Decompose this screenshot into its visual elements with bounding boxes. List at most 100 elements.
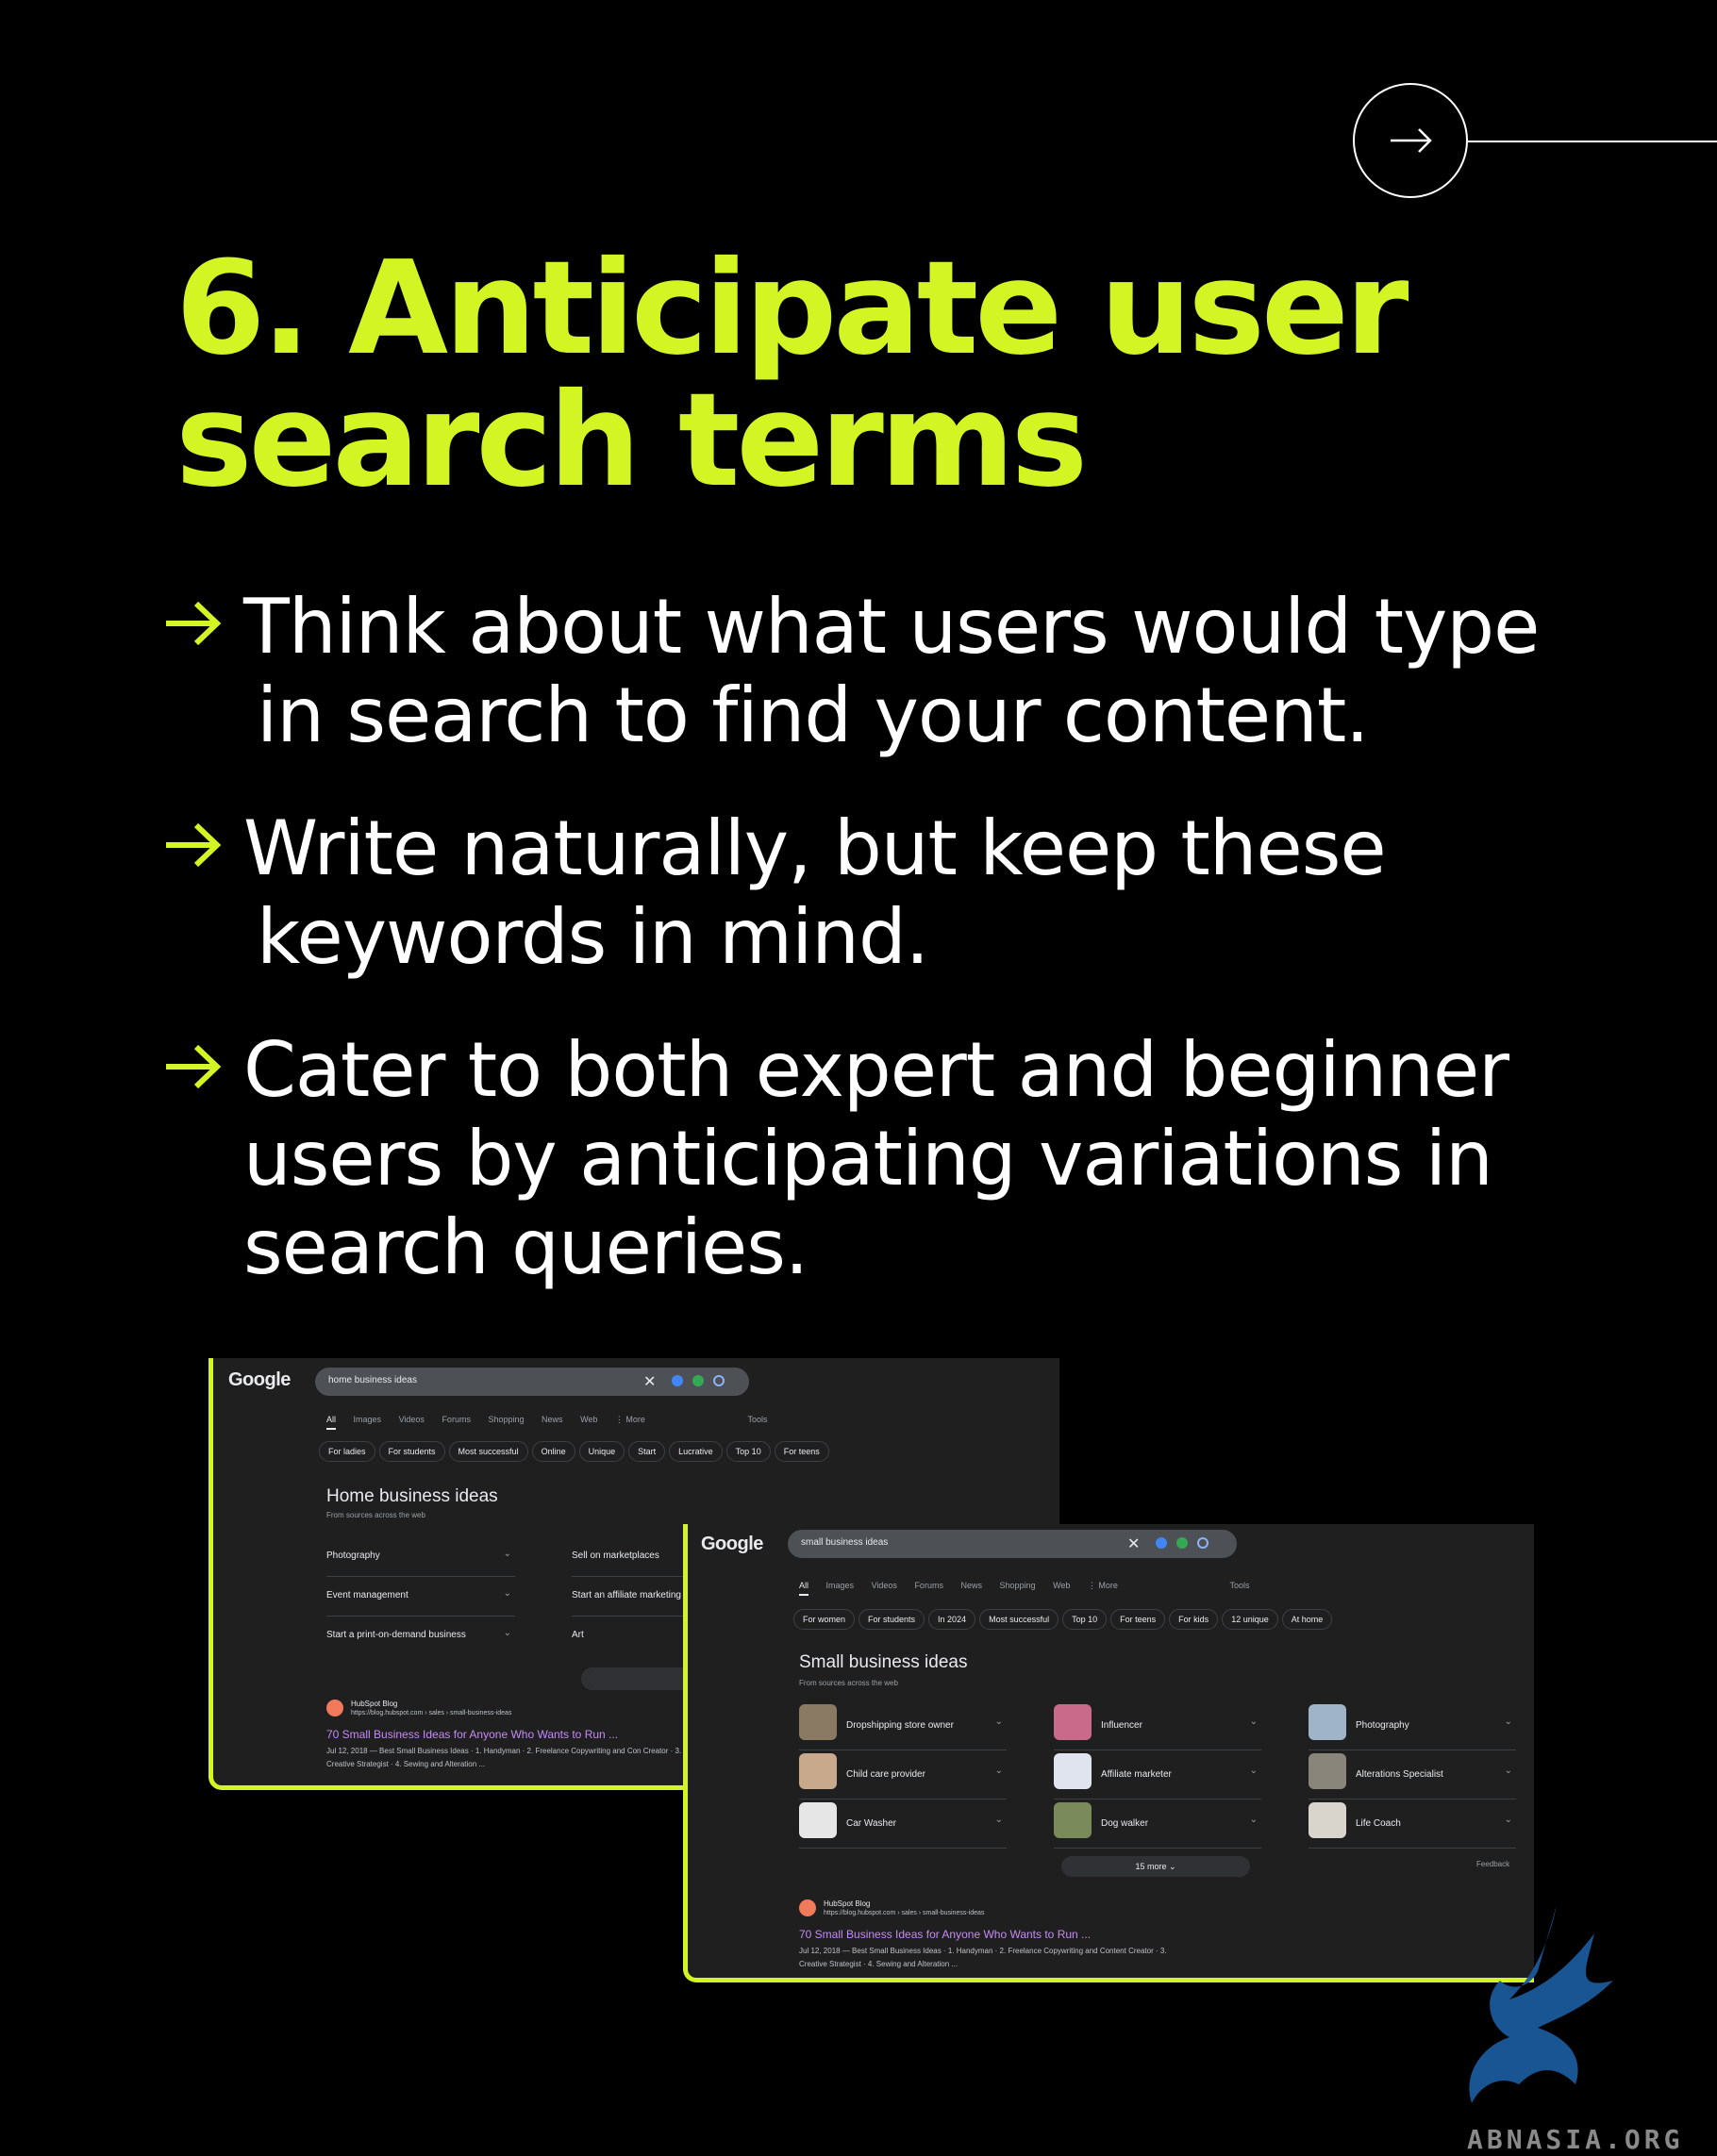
chevron-down-icon: ⌄	[1504, 1766, 1512, 1776]
result-url[interactable]: https://blog.hubspot.com › sales › small…	[351, 1710, 511, 1717]
tab-forums[interactable]: Forums	[914, 1581, 943, 1590]
tab-web[interactable]: Web	[1053, 1581, 1070, 1590]
clear-icon[interactable]: ✕	[1127, 1534, 1140, 1553]
chip[interactable]: For kids	[1169, 1609, 1219, 1630]
idea-item[interactable]: Photography ⌄	[1309, 1701, 1516, 1750]
idea-item[interactable]: Event management ⌄	[326, 1581, 515, 1617]
tab-tools[interactable]: Tools	[1229, 1581, 1249, 1590]
idea-item[interactable]: Influencer ⌄	[1054, 1701, 1261, 1750]
chevron-down-icon: ⌄	[1249, 1717, 1258, 1727]
section-subtitle: From sources across the web	[326, 1511, 425, 1519]
idea-item[interactable]: Dropshipping store owner ⌄	[799, 1701, 1007, 1750]
result-title-link[interactable]: 70 Small Business Ideas for Anyone Who W…	[326, 1728, 618, 1741]
tab-images[interactable]: Images	[354, 1415, 382, 1424]
idea-label: Photography	[1356, 1720, 1409, 1731]
search-bar[interactable]: small business ideas ✕	[788, 1530, 1237, 1558]
bullet-1-line-2: in search to find your content.	[257, 672, 1370, 759]
section-subtitle: From sources across the web	[799, 1679, 898, 1687]
chevron-down-icon: ⌄	[1504, 1717, 1512, 1727]
chip[interactable]: At home	[1281, 1609, 1333, 1630]
chip[interactable]: Lucrative	[669, 1441, 723, 1462]
idea-label: Dog walker	[1101, 1818, 1149, 1829]
chip[interactable]: For teens	[1110, 1609, 1166, 1630]
result-snippet: Jul 12, 2018 — Best Small Business Ideas…	[799, 1947, 1167, 1968]
chip[interactable]: For students	[858, 1609, 925, 1630]
idea-thumbnail	[1309, 1802, 1346, 1838]
bullet-1: Think about what users would type in sea…	[162, 583, 1577, 760]
tab-web[interactable]: Web	[580, 1415, 597, 1424]
lens-icon[interactable]	[692, 1375, 704, 1386]
feedback-link[interactable]: Feedback	[1476, 1860, 1509, 1868]
idea-item[interactable]: Dog walker ⌄	[1054, 1799, 1261, 1849]
result-snippet: Jul 12, 2018 — Best Small Business Ideas…	[326, 1747, 682, 1768]
idea-item[interactable]: Start a print-on-demand business ⌄	[326, 1620, 515, 1656]
idea-item[interactable]: Life Coach ⌄	[1309, 1799, 1516, 1849]
next-slide-button[interactable]	[1353, 83, 1468, 198]
chip[interactable]: For teens	[774, 1441, 829, 1462]
search-icon[interactable]	[1197, 1537, 1209, 1549]
result-source: HubSpot Blog	[351, 1700, 398, 1708]
idea-item[interactable]: Child care provider ⌄	[799, 1750, 1007, 1799]
tab-news[interactable]: News	[960, 1581, 982, 1590]
chevron-down-icon: ⌄	[994, 1717, 1003, 1727]
lens-icon[interactable]	[1176, 1537, 1188, 1549]
search-icon[interactable]	[713, 1375, 725, 1386]
search-query[interactable]: home business ideas	[328, 1375, 417, 1385]
chip[interactable]: Most successful	[979, 1609, 1059, 1630]
chip[interactable]: In 2024	[928, 1609, 976, 1630]
idea-item[interactable]: Car Washer ⌄	[799, 1799, 1007, 1849]
tab-images[interactable]: Images	[826, 1581, 855, 1590]
clear-icon[interactable]: ✕	[643, 1372, 656, 1391]
section-title: Home business ideas	[326, 1486, 498, 1506]
idea-item[interactable]: Photography ⌄	[326, 1541, 515, 1577]
tab-shopping[interactable]: Shopping	[488, 1415, 524, 1424]
idea-label: Sell on marketplaces	[572, 1551, 659, 1561]
more-button[interactable]: 15 more ⌄	[1061, 1856, 1250, 1877]
slide-title: 6. Anticipate user search terms	[175, 243, 1591, 507]
result-title-link[interactable]: 70 Small Business Ideas for Anyone Who W…	[799, 1928, 1091, 1941]
tab-videos[interactable]: Videos	[399, 1415, 425, 1424]
result-url[interactable]: https://blog.hubspot.com › sales › small…	[824, 1910, 984, 1916]
chevron-down-icon: ⌄	[503, 1628, 511, 1638]
idea-item[interactable]: Affiliate marketer ⌄	[1054, 1750, 1261, 1799]
filter-chips: For ladies For students Most successful Onl…	[319, 1441, 833, 1462]
chip[interactable]: Unique	[578, 1441, 625, 1462]
mic-icon[interactable]	[1156, 1537, 1167, 1549]
idea-label: Dropshipping store owner	[846, 1720, 954, 1731]
idea-thumbnail	[1054, 1802, 1092, 1838]
chip[interactable]: Top 10	[1062, 1609, 1108, 1630]
mic-icon[interactable]	[672, 1375, 683, 1386]
idea-label: Start an affiliate marketing	[572, 1590, 681, 1600]
chip[interactable]: For women	[793, 1609, 856, 1630]
tab-all[interactable]: All	[799, 1581, 809, 1596]
chevron-down-icon: ⌄	[994, 1766, 1003, 1776]
tab-shopping[interactable]: Shopping	[1000, 1581, 1036, 1590]
result-source: HubSpot Blog	[824, 1899, 871, 1908]
tab-more[interactable]: ⋮ More	[1088, 1581, 1118, 1590]
progress-line	[1468, 141, 1717, 142]
chip[interactable]: Most successful	[448, 1441, 528, 1462]
chip[interactable]: Start	[628, 1441, 666, 1462]
chip[interactable]: 12 unique	[1222, 1609, 1278, 1630]
chip[interactable]: For ladies	[319, 1441, 375, 1462]
tab-videos[interactable]: Videos	[872, 1581, 897, 1590]
idea-thumbnail	[1054, 1753, 1092, 1789]
tab-forums[interactable]: Forums	[442, 1415, 471, 1424]
tab-more[interactable]: ⋮ More	[615, 1415, 645, 1424]
tab-tools[interactable]: Tools	[747, 1415, 767, 1424]
idea-label: Start a print-on-demand business	[326, 1630, 466, 1640]
chip[interactable]: For students	[378, 1441, 445, 1462]
tab-all[interactable]: All	[326, 1415, 337, 1430]
chip[interactable]: Online	[531, 1441, 575, 1462]
arrow-right-icon	[1391, 128, 1432, 153]
search-query[interactable]: small business ideas	[801, 1537, 888, 1548]
search-bar[interactable]: home business ideas ✕	[315, 1368, 749, 1396]
chip[interactable]: Top 10	[725, 1441, 771, 1462]
chevron-down-icon: ⌄	[1504, 1815, 1512, 1825]
bullet-2-line-2: keywords in mind.	[257, 893, 929, 981]
bullet-3-line-3: search queries.	[243, 1203, 808, 1291]
tab-news[interactable]: News	[542, 1415, 563, 1424]
idea-item[interactable]: Alterations Specialist ⌄	[1309, 1750, 1516, 1799]
search-tabs: All Images Videos Forums News Shopping W…	[799, 1581, 1264, 1596]
bullet-3: Cater to both expert and beginner users …	[162, 1026, 1577, 1292]
